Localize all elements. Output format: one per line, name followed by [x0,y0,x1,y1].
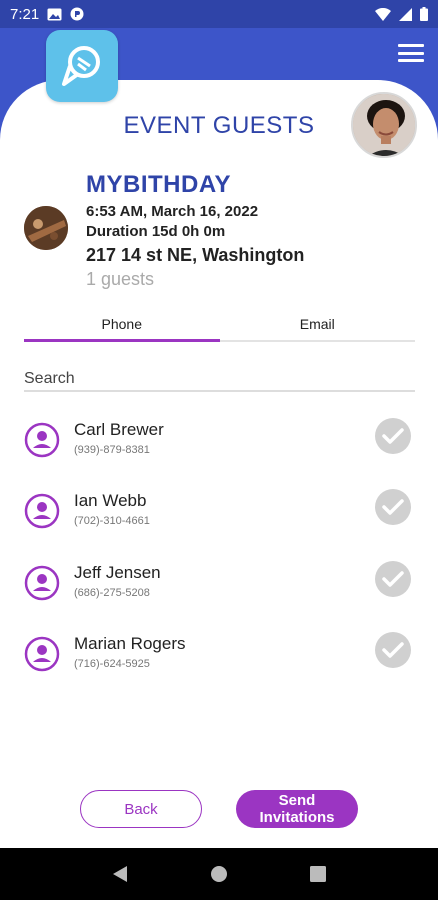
home-icon[interactable] [208,863,230,885]
image-icon [47,8,62,21]
app-logo-icon[interactable] [46,30,118,102]
tab-email[interactable]: Email [220,316,416,340]
event-thumbnail [24,206,68,250]
status-bar: 7:21 [0,0,438,28]
back-button[interactable]: Back [80,790,202,828]
event-date: 6:53 AM, March 16, 2022 [86,203,259,220]
person-icon [24,422,60,458]
list-item[interactable]: Jeff Jensen (686)-275-5208 [24,561,415,611]
hamburger-menu-icon[interactable] [398,42,424,64]
event-info: MYBITHDAY 6:53 AM, March 16, 2022 Durati… [86,170,426,291]
list-item[interactable]: Ian Webb (702)-310-4661 [24,489,415,539]
contact-name: Marian Rogers [74,634,186,653]
cast-icon [70,7,84,21]
event-duration: Duration 15d 0h 0m [86,223,226,240]
system-nav-bar [0,848,438,900]
tab-phone[interactable]: Phone [24,316,220,342]
contact-phone: (716)-624-5925 [74,658,150,670]
status-bar-right [375,7,428,21]
event-name: MYBITHDAY [86,171,231,198]
person-icon [24,493,60,529]
send-invitations-button[interactable]: Send Invitations [236,790,358,828]
send-label-line2: Invitations [259,809,335,826]
contact-name: Jeff Jensen [74,563,161,582]
menu-line [398,44,424,47]
battery-icon [420,7,428,21]
menu-line [398,59,424,62]
contact-phone: (702)-310-4661 [74,515,150,527]
contact-phone: (686)-275-5208 [74,587,150,599]
contact-phone: (939)-879-8381 [74,444,150,456]
list-item[interactable]: Carl Brewer (939)-879-8381 [24,418,415,468]
list-item[interactable]: Marian Rogers (716)-624-5925 [24,632,415,682]
signal-icon [399,7,412,21]
checkmark-icon[interactable] [375,489,411,525]
menu-line [398,51,424,55]
status-bar-left: 7:21 [10,6,84,23]
invite-method-tabs: Phone Email [24,316,415,342]
profile-avatar[interactable] [351,92,417,158]
person-icon [24,636,60,672]
send-label-line1: Send [278,792,316,809]
checkmark-icon[interactable] [375,632,411,668]
wifi-icon [375,7,391,21]
recents-icon[interactable] [307,863,329,885]
status-time: 7:21 [10,5,40,23]
person-icon [24,565,60,601]
checkmark-icon[interactable] [375,561,411,597]
event-address: 217 14 st NE, Washington [86,245,305,265]
contact-name: Carl Brewer [74,420,164,439]
contact-name: Ian Webb [74,491,147,510]
search-input[interactable] [24,368,415,392]
checkmark-icon[interactable] [375,418,411,454]
back-icon[interactable] [109,863,131,885]
event-guest-count: 1 guests [86,269,155,289]
